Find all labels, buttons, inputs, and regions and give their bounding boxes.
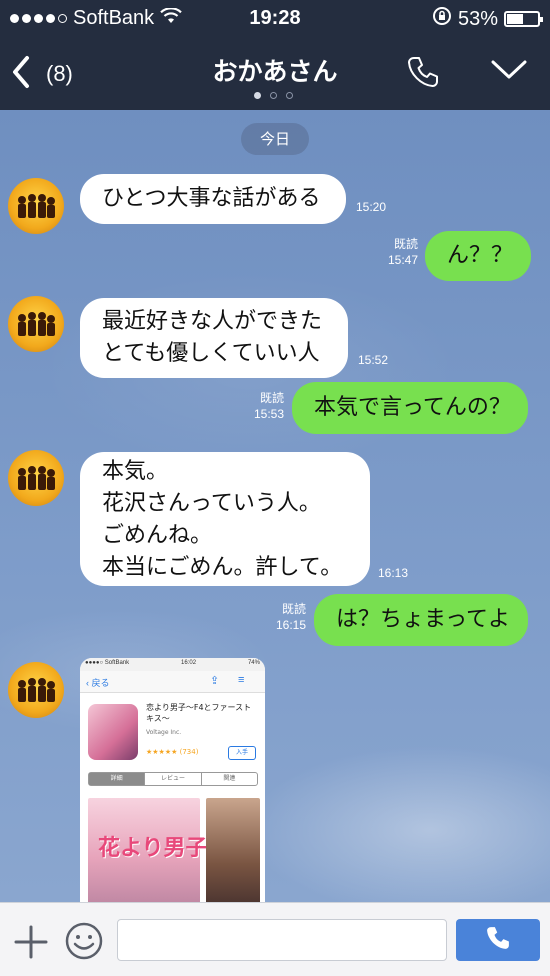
image-battery: 74%: [247, 660, 260, 666]
chat-header: (8) おかあさん: [0, 38, 550, 110]
read-receipt: 既読: [281, 602, 306, 616]
app-cover-image: [88, 704, 138, 760]
message-text: ん？？: [447, 243, 514, 268]
app-title: 恋より男子〜F4とファーストキス〜: [146, 703, 252, 723]
unread-count: (8): [46, 61, 73, 86]
app-rating: ★★★★★ (734): [146, 748, 199, 756]
battery-percent: 53%: [457, 7, 498, 30]
chat-title: おかあさん: [212, 57, 338, 86]
rotation-lock-icon: [432, 6, 452, 32]
avatar[interactable]: [8, 296, 64, 352]
message-text: ひとつ大事な話がある: [102, 186, 321, 211]
send-button[interactable]: [456, 919, 540, 961]
image-carrier: ●●●●○ SoftBank: [85, 660, 130, 666]
image-message[interactable]: ●●●●○ SoftBank 16:02 74% ‹ 戻る ⇪ ≡ 恋より男子〜…: [80, 658, 265, 902]
page-dot: [270, 92, 277, 99]
time-label: 15:47: [387, 253, 418, 267]
message-time: 16:13: [378, 565, 408, 581]
plus-icon: [12, 925, 50, 965]
avatar[interactable]: [8, 662, 64, 718]
page-dot: [286, 92, 293, 99]
message-text: は？ちょまってよ: [336, 607, 511, 632]
share-icon: ⇪: [210, 675, 220, 687]
page-dot: [254, 92, 261, 99]
message-line: ごめんね。: [102, 523, 213, 548]
time-label: 15:20: [356, 200, 387, 214]
add-attachment-button[interactable]: [12, 923, 50, 965]
message-bubble[interactable]: 本気。 花沢さんっていう人。 ごめんね。 本当にごめん。許して。: [80, 452, 370, 586]
message-line: 最近好きな人ができた: [102, 309, 323, 334]
message-line: 本気。: [102, 459, 169, 484]
message-meta: 既読 15:53: [246, 390, 284, 422]
message-line: とても優しくていい人: [102, 341, 320, 366]
message-bubble[interactable]: ひとつ大事な話がある: [80, 174, 346, 224]
smiley-icon: [64, 922, 104, 965]
battery-icon: [504, 11, 543, 27]
message-time: 15:20: [356, 199, 386, 215]
message-time: 15:52: [358, 352, 388, 368]
call-button[interactable]: [405, 54, 441, 94]
app-tab: 詳細: [89, 773, 146, 785]
app-screenshot: [206, 798, 260, 902]
image-nav-bar: ‹ 戻る ⇪ ≡: [80, 671, 265, 693]
message-bubble[interactable]: 最近好きな人ができた とても優しくていい人: [80, 298, 348, 378]
message-bubble[interactable]: ん？？: [425, 231, 531, 281]
phone-icon: [405, 57, 441, 94]
date-badge: 今日: [241, 123, 309, 155]
back-text: 戻る: [91, 678, 110, 688]
app-tab: 関連: [223, 775, 236, 782]
time-label: 16:13: [378, 566, 409, 580]
app-tabs: 詳細 レビュー 関連: [88, 772, 258, 786]
message-input[interactable]: [117, 919, 447, 961]
chat-area[interactable]: 今日 ひとつ大事な話がある 15:20 既読 15:47 ん？？ 最近好きな人が…: [0, 110, 550, 902]
chevron-down-icon: [490, 60, 528, 86]
message-text: 本気で言ってんの？: [314, 395, 511, 420]
app-tab: レビュー: [145, 773, 202, 785]
message-line: 花沢さんっていう人。: [102, 491, 321, 516]
avatar[interactable]: [8, 450, 64, 506]
read-receipt: 既読: [259, 391, 284, 405]
back-button[interactable]: (8): [10, 54, 73, 94]
image-back-label: ‹ 戻る: [86, 678, 110, 688]
image-status-bar: ●●●●○ SoftBank 16:02 74%: [80, 658, 265, 671]
send-icon: [484, 924, 512, 956]
list-icon: ≡: [238, 674, 245, 686]
message-line: 本当にごめん。許して。: [102, 555, 343, 580]
input-bar: [0, 902, 550, 976]
menu-toggle-button[interactable]: [490, 58, 528, 86]
time-label: 15:52: [358, 353, 389, 367]
message-meta: 既読 15:47: [380, 236, 418, 268]
message-bubble[interactable]: は？ちょまってよ: [314, 594, 528, 646]
time-label: 16:15: [275, 618, 306, 632]
battery-fill: [507, 14, 523, 24]
sticker-button[interactable]: [64, 921, 104, 965]
image-time: 16:02: [181, 660, 197, 666]
status-bar: SoftBank 19:28 53%: [0, 0, 550, 38]
app-developer: Voltage Inc.: [146, 729, 182, 736]
time-label: 15:53: [253, 407, 284, 421]
app-get-button: 入手: [228, 746, 256, 760]
message-meta: 既読 16:15: [268, 601, 306, 633]
app-screenshot-title: 花より男子: [98, 835, 208, 861]
page-indicator: [254, 92, 293, 99]
status-right: 53%: [432, 6, 543, 32]
message-bubble[interactable]: 本気で言ってんの？: [292, 382, 528, 434]
avatar[interactable]: [8, 178, 64, 234]
read-receipt: 既読: [393, 237, 418, 251]
back-chevron-icon: [10, 54, 32, 94]
